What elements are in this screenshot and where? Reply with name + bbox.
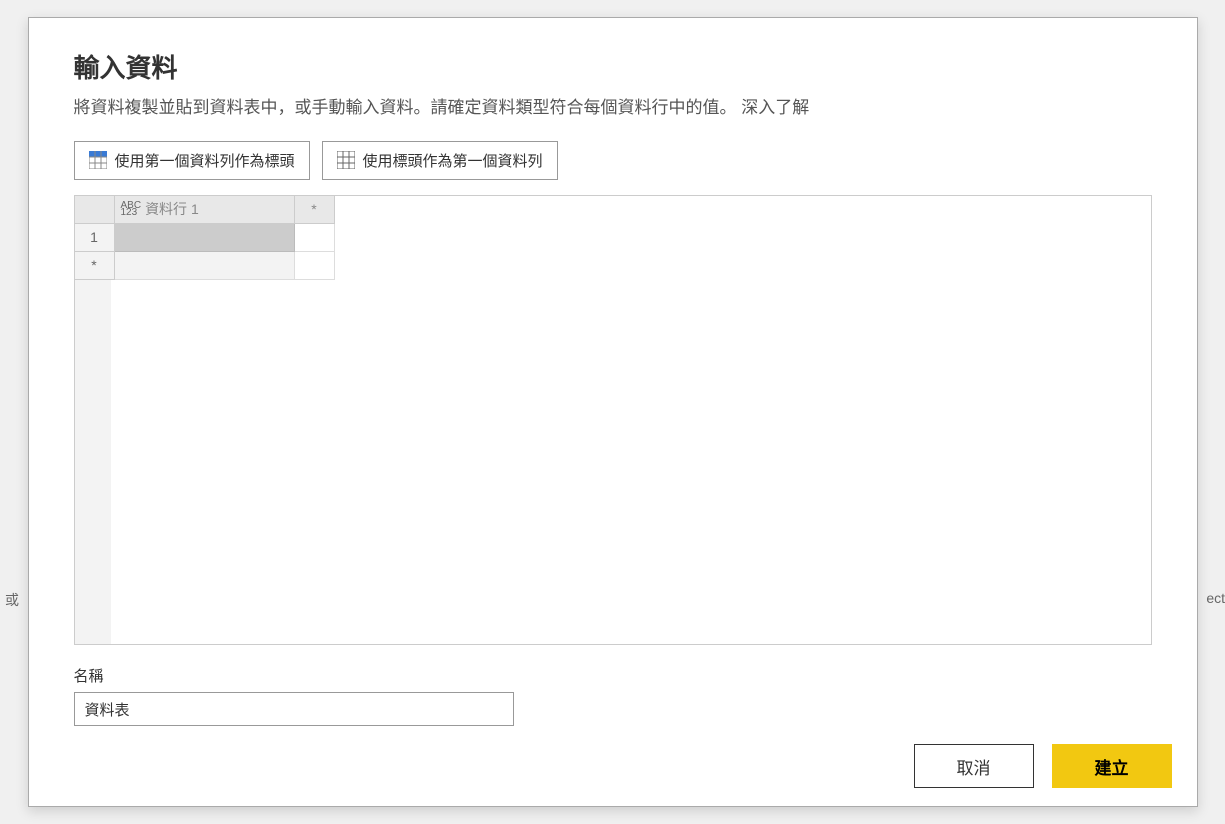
add-column-cell[interactable]: * bbox=[295, 196, 335, 224]
background-fragment-left: 或 bbox=[5, 590, 19, 610]
learn-more-link[interactable]: 深入了解 bbox=[741, 98, 809, 117]
background-fragment-right: ect bbox=[1206, 590, 1225, 606]
data-cell-r1-add[interactable] bbox=[295, 224, 335, 252]
grid-empty-area[interactable] bbox=[75, 280, 1151, 645]
use-header-as-first-row-button[interactable]: 使用標頭作為第一個資料列 bbox=[322, 141, 558, 180]
create-button[interactable]: 建立 bbox=[1052, 744, 1172, 788]
column-header-1[interactable]: ABC 123 資料行 1 bbox=[115, 196, 295, 224]
dialog-content: 輸入資料 將資料複製並貼到資料表中，或手動輸入資料。請確定資料類型符合每個資料行… bbox=[29, 18, 1197, 726]
button-label: 使用第一個資料列作為標頭 bbox=[115, 150, 295, 171]
enter-data-dialog: 輸入資料 將資料複製並貼到資料表中，或手動輸入資料。請確定資料類型符合每個資料行… bbox=[28, 17, 1198, 807]
use-first-row-as-header-button[interactable]: 使用第一個資料列作為標頭 bbox=[74, 141, 310, 180]
button-label: 使用標頭作為第一個資料列 bbox=[363, 150, 543, 171]
grid-rows: ABC 123 資料行 1 * 1 * bbox=[75, 196, 1151, 280]
cancel-button[interactable]: 取消 bbox=[914, 744, 1034, 788]
dialog-footer: 取消 建立 bbox=[29, 726, 1197, 806]
table-grid-icon bbox=[337, 151, 355, 169]
name-section: 名稱 bbox=[74, 665, 1152, 726]
column-type-icon: ABC 123 bbox=[121, 201, 142, 218]
subtitle-text: 將資料複製並貼到資料表中，或手動輸入資料。請確定資料類型符合每個資料行中的值。 bbox=[74, 98, 737, 117]
add-row-cell[interactable]: * bbox=[75, 252, 115, 280]
data-cell-newrow-add[interactable] bbox=[295, 252, 335, 280]
dialog-title: 輸入資料 bbox=[74, 48, 1152, 85]
table-name-input[interactable] bbox=[74, 692, 514, 726]
table-header-blue-icon bbox=[89, 151, 107, 169]
grid-corner-cell[interactable] bbox=[75, 196, 115, 224]
data-cell-r1c1[interactable] bbox=[115, 224, 295, 252]
column-name: 資料行 1 bbox=[145, 199, 199, 219]
toolbar: 使用第一個資料列作為標頭 使用標頭作為第一個資料列 bbox=[74, 141, 1152, 180]
row-header-1[interactable]: 1 bbox=[75, 224, 115, 252]
name-label: 名稱 bbox=[74, 665, 1152, 686]
dialog-subtitle: 將資料複製並貼到資料表中，或手動輸入資料。請確定資料類型符合每個資料行中的值。 … bbox=[74, 95, 1152, 121]
data-cell-newrow-c1[interactable] bbox=[115, 252, 295, 280]
data-grid[interactable]: ABC 123 資料行 1 * 1 * bbox=[74, 195, 1152, 646]
